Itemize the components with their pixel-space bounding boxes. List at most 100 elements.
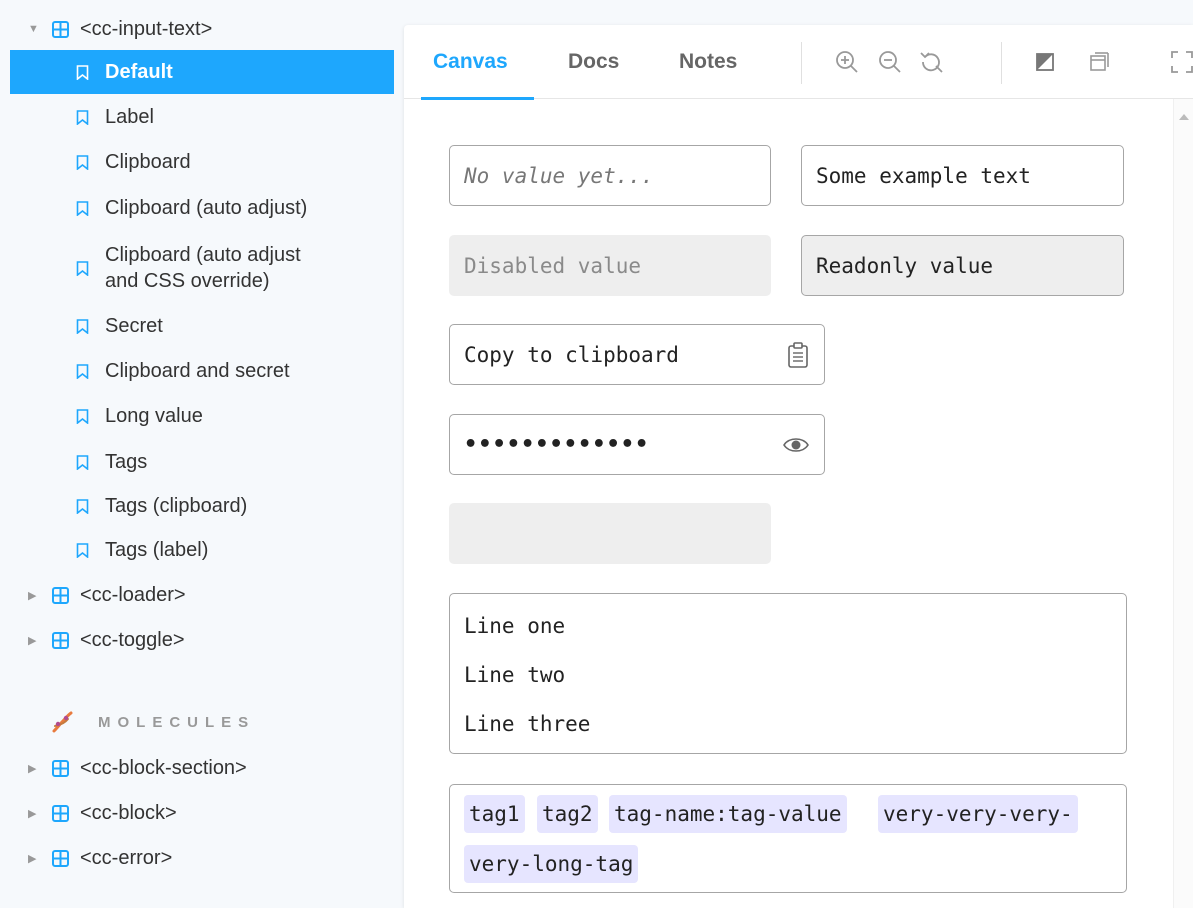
caret-right-icon[interactable]: ▶: [28, 589, 36, 602]
disabled-text-input: Disabled value: [449, 235, 771, 296]
bookmark-icon: [76, 408, 89, 424]
scrollbar[interactable]: [1173, 99, 1193, 908]
story-tags-label[interactable]: Tags (label): [10, 528, 394, 572]
story-label-line1: Clipboard (auto adjust: [105, 244, 301, 266]
secret-text-input[interactable]: •••••••••••••: [449, 414, 825, 475]
toolbar: Canvas Docs Notes: [404, 25, 1193, 100]
tree-component-cc-block-section[interactable]: ▶ <cc-block-section>: [0, 746, 394, 790]
tag-chip[interactable]: tag-name:tag-value: [609, 795, 847, 833]
story-clipboard-auto-adjust[interactable]: Clipboard (auto adjust): [10, 186, 394, 230]
story-tags[interactable]: Tags: [10, 440, 394, 484]
component-icon: [52, 586, 69, 604]
story-label: Long value: [105, 405, 203, 427]
story-clipboard[interactable]: Clipboard: [10, 140, 394, 184]
caret-right-icon[interactable]: ▶: [28, 852, 36, 865]
grid-icon[interactable]: [1086, 49, 1112, 75]
caret-down-icon[interactable]: ▼: [28, 23, 39, 35]
molecule-icon: [52, 711, 73, 733]
story-label-item[interactable]: Label: [10, 95, 394, 139]
component-icon: [52, 804, 69, 822]
bookmark-icon: [76, 109, 89, 125]
sidebar: ▼ <cc-input-text> Default Label Clipboar…: [0, 0, 404, 908]
component-icon: [52, 631, 69, 649]
background-icon[interactable]: [1032, 49, 1058, 75]
textarea-line: Line one: [464, 614, 566, 638]
clipboard-icon[interactable]: [786, 342, 810, 368]
story-label-multiline: Clipboard (auto adjust and CSS override): [105, 242, 301, 294]
story-label: Label: [105, 106, 154, 128]
input-value: Copy to clipboard: [464, 342, 679, 367]
example-text-input[interactable]: Some example text: [801, 145, 1124, 206]
toolbar-divider: [1001, 42, 1002, 84]
component-icon: [52, 759, 69, 777]
tree-component-cc-toggle[interactable]: ▶ <cc-toggle>: [0, 618, 394, 662]
tree-component-label: <cc-input-text>: [80, 17, 213, 40]
tree-component-cc-block[interactable]: ▶ <cc-block>: [0, 791, 394, 835]
eye-icon[interactable]: [782, 432, 810, 458]
empty-disabled-input: [449, 503, 771, 564]
clipboard-text-input[interactable]: Copy to clipboard: [449, 324, 825, 385]
component-icon: [52, 20, 69, 38]
bookmark-icon: [76, 454, 89, 470]
bookmark-icon: [76, 498, 89, 514]
tree-component-cc-error[interactable]: ▶ <cc-error>: [0, 836, 394, 880]
tree-component-cc-input-text[interactable]: ▼ <cc-input-text>: [0, 7, 394, 51]
tag-chip[interactable]: tag1: [464, 795, 525, 833]
bookmark-icon: [76, 318, 89, 334]
zoom-in-icon[interactable]: [834, 49, 860, 75]
empty-text-input[interactable]: No value yet...: [449, 145, 771, 206]
secret-value: •••••••••••••: [464, 432, 650, 457]
preview-panel: Canvas Docs Notes No value yet... Some e…: [404, 25, 1193, 908]
story-label-line2: and CSS override): [105, 270, 270, 292]
input-value: Some example text: [816, 163, 1031, 188]
caret-right-icon[interactable]: ▶: [28, 762, 36, 775]
section-title: MOLECULES: [98, 713, 256, 731]
bookmark-icon: [76, 542, 89, 558]
caret-right-icon[interactable]: ▶: [28, 807, 36, 820]
tag-chip[interactable]: very-long-tag: [464, 845, 639, 883]
tag-chip[interactable]: tag2: [537, 795, 598, 833]
story-label: Tags (label): [105, 539, 209, 561]
caret-right-icon[interactable]: ▶: [28, 634, 36, 647]
story-clipboard-and-secret[interactable]: Clipboard and secret: [10, 349, 394, 393]
bookmark-icon: [76, 64, 89, 80]
bookmark-icon: [76, 200, 89, 216]
tree-component-label: <cc-error>: [80, 846, 173, 869]
tags-input[interactable]: tag1 tag2 tag-name:tag-value very-very-v…: [449, 784, 1127, 893]
story-label: Clipboard and secret: [105, 360, 290, 382]
input-value: Readonly value: [816, 253, 994, 278]
tag-chip[interactable]: very-very-very-: [878, 795, 1078, 833]
story-label: Clipboard (auto adjust): [105, 197, 308, 219]
story-secret[interactable]: Secret: [10, 304, 394, 348]
scroll-up-arrow-icon[interactable]: [1179, 113, 1189, 121]
readonly-text-input[interactable]: Readonly value: [801, 235, 1124, 296]
bookmark-icon: [76, 260, 89, 276]
story-label: Tags (clipboard): [105, 495, 248, 517]
bookmark-icon: [76, 363, 89, 379]
multiline-textarea[interactable]: Line one Line two Line three: [449, 593, 1127, 754]
story-default[interactable]: Default: [10, 50, 394, 94]
tree-component-label: <cc-block>: [80, 801, 177, 824]
bookmark-icon: [76, 154, 89, 170]
textarea-line: Line three: [464, 712, 591, 736]
tree-component-cc-loader[interactable]: ▶ <cc-loader>: [0, 573, 394, 617]
toolbar-divider: [801, 42, 802, 84]
input-value: Disabled value: [464, 253, 642, 278]
textarea-line: Line two: [464, 663, 566, 687]
story-clipboard-auto-adjust-css[interactable]: Clipboard (auto adjust and CSS override): [10, 233, 394, 303]
tree-component-label: <cc-block-section>: [80, 756, 247, 779]
story-label: Clipboard: [105, 151, 191, 173]
fullscreen-icon[interactable]: [1169, 49, 1193, 75]
story-long-value[interactable]: Long value: [10, 394, 394, 438]
story-label: Secret: [105, 315, 163, 337]
zoom-out-icon[interactable]: [877, 49, 903, 75]
zoom-reset-icon[interactable]: [919, 49, 945, 75]
input-placeholder: No value yet...: [464, 163, 654, 188]
tab-docs[interactable]: Docs: [568, 25, 619, 99]
story-label: Default: [105, 61, 173, 83]
story-tags-clipboard[interactable]: Tags (clipboard): [10, 484, 394, 528]
tab-canvas[interactable]: Canvas: [421, 25, 534, 100]
tab-notes[interactable]: Notes: [679, 25, 737, 99]
tree-component-label: <cc-loader>: [80, 583, 186, 606]
story-label: Tags: [105, 451, 148, 473]
